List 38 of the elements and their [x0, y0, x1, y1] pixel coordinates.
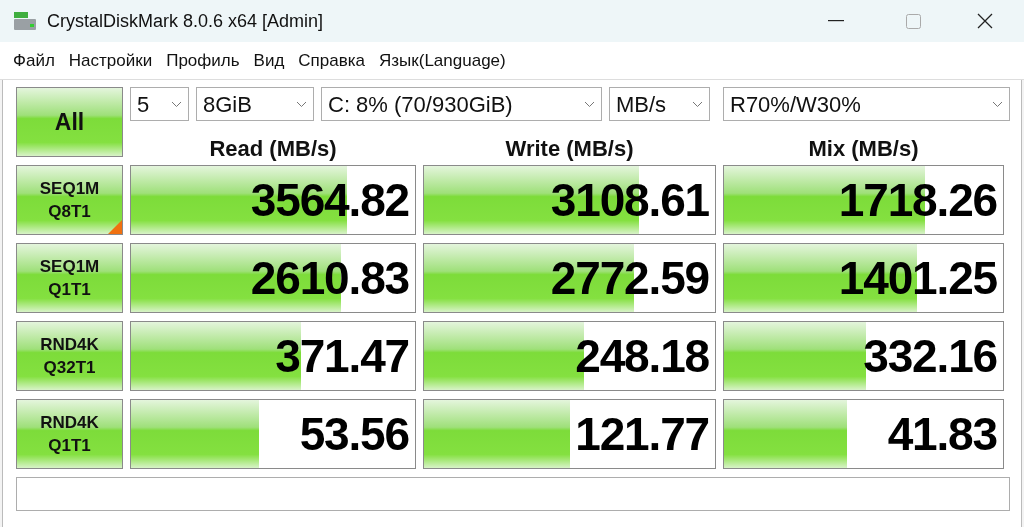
result-value: 371.47	[275, 333, 409, 379]
chevron-down-icon	[992, 100, 1003, 108]
dropdown[interactable]: MB/s	[609, 87, 710, 121]
result-value: 121.77	[575, 411, 709, 457]
test-button[interactable]: SEQ1M Q1T1	[16, 243, 123, 313]
column-header: Write (MB/s)	[505, 135, 634, 163]
menu-item[interactable]: Профиль	[166, 47, 240, 74]
result-value: 248.18	[575, 333, 709, 379]
result-value: 332.16	[863, 333, 997, 379]
test-button[interactable]: SEQ1M Q8T1	[16, 165, 123, 235]
test-button[interactable]: RND4K Q32T1	[16, 321, 123, 391]
minimize-icon[interactable]	[828, 20, 844, 22]
chevron-down-icon	[584, 100, 595, 108]
comment-field[interactable]	[16, 477, 1010, 511]
dropdown[interactable]: R70%/W30%	[723, 87, 1010, 121]
menu-item[interactable]: Язык(Language)	[379, 47, 506, 74]
result-value: 2772.59	[550, 255, 709, 301]
corner-flag-icon	[108, 220, 122, 234]
close-icon[interactable]	[977, 13, 993, 29]
chevron-down-icon	[171, 100, 182, 108]
test-button[interactable]: RND4K Q1T1	[16, 399, 123, 469]
result-value: 41.83	[887, 411, 997, 457]
dropdown[interactable]: 8GiB	[196, 87, 314, 121]
menu-item[interactable]: Файл	[13, 47, 55, 74]
chevron-down-icon	[692, 100, 703, 108]
dropdown[interactable]: C: 8% (70/930GiB)	[321, 87, 602, 121]
column-header: Mix (MB/s)	[808, 135, 919, 163]
result-value: 1401.25	[838, 255, 997, 301]
column-header: Read (MB/s)	[209, 135, 337, 163]
app-icon	[13, 9, 37, 33]
chevron-down-icon	[296, 100, 307, 108]
dropdown[interactable]: 5	[130, 87, 189, 121]
menu-item[interactable]: Вид	[253, 47, 285, 74]
menu-item[interactable]: Настройки	[68, 47, 153, 74]
all-button[interactable]: All	[16, 87, 123, 157]
result-value: 53.56	[299, 411, 409, 457]
menu-item[interactable]: Справка	[298, 47, 365, 74]
window-title: CrystalDiskMark 8.0.6 x64 [Admin]	[47, 9, 324, 33]
